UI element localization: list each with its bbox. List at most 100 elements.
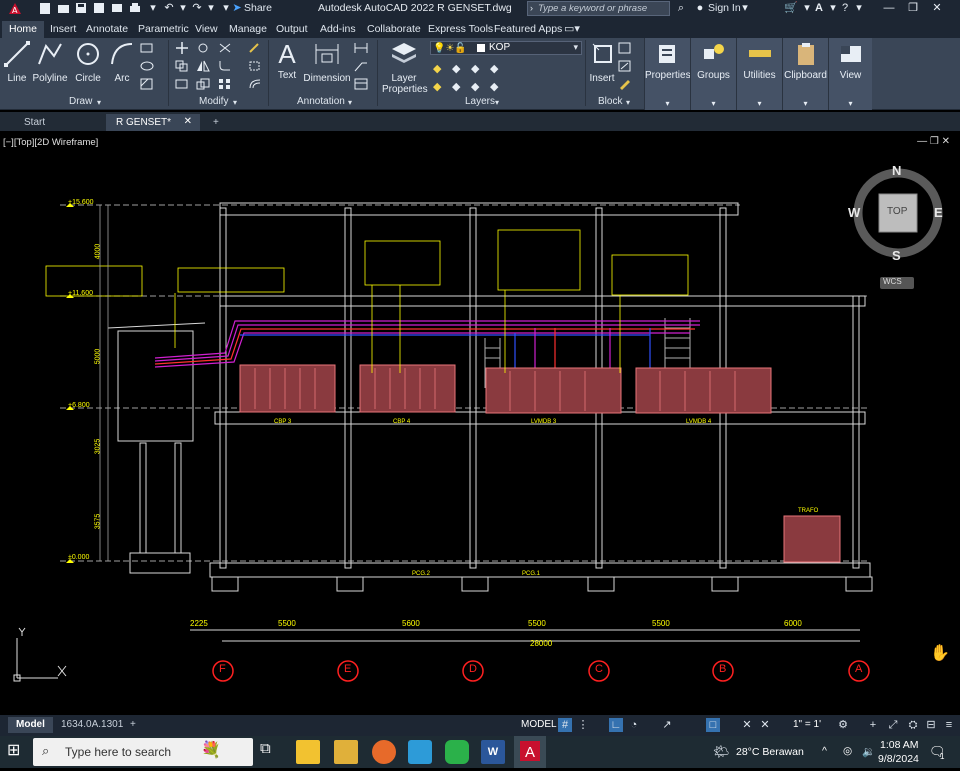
file-tab-r-genset[interactable]: R GENSET* ✕ bbox=[106, 114, 200, 131]
customization-icon[interactable]: ≡ bbox=[942, 718, 956, 732]
whatsapp-icon[interactable] bbox=[445, 740, 469, 764]
layer-properties-tool[interactable]: Layer Properties bbox=[382, 40, 428, 95]
autocad-logo-icon[interactable]: A bbox=[8, 2, 22, 15]
block-panel-dropdown-icon[interactable]: ▾ bbox=[626, 98, 630, 107]
stretch-icon[interactable] bbox=[175, 78, 189, 90]
drawing-canvas[interactable]: [−][Top][2D Wireframe] — ❐ ✕ TOP N S E W… bbox=[0, 133, 960, 715]
offset-icon[interactable] bbox=[248, 78, 262, 90]
rotate-icon[interactable] bbox=[196, 42, 210, 54]
new-file-icon[interactable] bbox=[38, 2, 52, 15]
trim-icon[interactable] bbox=[218, 42, 232, 54]
redo-dropdown-icon[interactable]: ▾ bbox=[204, 2, 218, 15]
tab-output[interactable]: Output bbox=[269, 21, 315, 38]
viewcube-east[interactable]: E bbox=[934, 205, 943, 220]
tab-parametric[interactable]: Parametric bbox=[131, 21, 196, 38]
sign-in-dropdown-icon[interactable]: ▾ bbox=[738, 2, 752, 15]
tab-insert[interactable]: Insert bbox=[43, 21, 83, 38]
layers-panel-dropdown-icon[interactable]: ▾ bbox=[495, 98, 499, 107]
units-icon[interactable]: ⤢ bbox=[886, 718, 900, 732]
autocad-taskbar-icon[interactable]: A bbox=[514, 736, 546, 768]
close-tab-icon[interactable]: ✕ bbox=[184, 116, 192, 127]
file-tab-start[interactable]: Start bbox=[14, 114, 55, 131]
edit-attributes-icon[interactable] bbox=[618, 78, 632, 90]
tab-collaborate[interactable]: Collaborate bbox=[360, 21, 428, 38]
viewcube-north[interactable]: N bbox=[892, 163, 901, 178]
taskbar-search-input[interactable] bbox=[65, 744, 215, 760]
model-space-button[interactable]: MODEL bbox=[521, 719, 557, 730]
user-icon[interactable]: ● bbox=[693, 2, 707, 15]
create-block-icon[interactable] bbox=[618, 42, 632, 54]
save-as-icon[interactable] bbox=[92, 2, 106, 15]
search-icon[interactable]: ⌕ bbox=[674, 2, 688, 15]
firefox-icon[interactable] bbox=[372, 740, 396, 764]
polar-icon[interactable]: ◔ bbox=[627, 718, 641, 732]
array-icon[interactable] bbox=[218, 78, 232, 90]
fillet-icon[interactable] bbox=[218, 60, 232, 72]
tab-home[interactable]: Home bbox=[2, 21, 45, 38]
table-icon[interactable] bbox=[354, 78, 368, 90]
rectangle-icon[interactable] bbox=[140, 42, 154, 54]
layer-unisolate-icon[interactable]: ◆ bbox=[452, 80, 466, 93]
wcs-dropdown[interactable]: WCS bbox=[880, 277, 914, 289]
groups-panel[interactable]: Groups ▾ bbox=[690, 38, 736, 110]
osnap-icon[interactable]: □ bbox=[706, 718, 720, 732]
ortho-icon[interactable]: ∟ bbox=[609, 718, 623, 732]
circle-tool[interactable]: Circle bbox=[72, 40, 104, 84]
properties-panel[interactable]: Properties ▾ bbox=[644, 38, 691, 110]
app-icon[interactable] bbox=[334, 740, 358, 764]
clipboard-dropdown-icon[interactable]: ▾ bbox=[783, 99, 828, 108]
file-explorer-icon[interactable] bbox=[296, 740, 320, 764]
weather-text[interactable]: 28°C Berawan bbox=[736, 746, 804, 758]
search-input[interactable] bbox=[528, 2, 669, 15]
insert-block-tool[interactable]: Insert bbox=[589, 40, 615, 84]
annotation-scale[interactable]: 1" = 1' bbox=[793, 719, 821, 730]
clock-time[interactable]: 1:08 AM bbox=[880, 739, 919, 751]
tab-manage[interactable]: Manage bbox=[222, 21, 274, 38]
layout-tab-1634[interactable]: 1634.0A.1301 bbox=[53, 717, 131, 733]
ellipse-icon[interactable] bbox=[140, 60, 154, 72]
undo-icon[interactable]: ↶ bbox=[162, 2, 176, 15]
annotation-panel-title[interactable]: Annotation bbox=[297, 96, 345, 107]
layer-dropdown[interactable]: 💡☀🔓 KOP ▾ bbox=[430, 41, 582, 55]
layer-off-icon[interactable]: ◆ bbox=[490, 80, 504, 93]
task-view-icon[interactable]: ⧉ bbox=[260, 740, 284, 764]
share-button[interactable]: Share bbox=[244, 2, 272, 14]
isodraft-icon[interactable]: ↗ bbox=[660, 718, 674, 732]
autodesk-a360-icon[interactable]: A bbox=[812, 2, 826, 15]
erase-icon[interactable] bbox=[248, 42, 262, 54]
mirror-icon[interactable] bbox=[196, 60, 210, 72]
block-panel-title[interactable]: Block bbox=[598, 96, 622, 107]
layout-tab-model[interactable]: Model bbox=[8, 717, 53, 733]
weather-icon[interactable]: 🌤 bbox=[713, 744, 730, 760]
undo-dropdown-icon[interactable]: ▾ bbox=[176, 2, 190, 15]
plot-dropdown-icon[interactable]: ▾ bbox=[146, 2, 160, 15]
annotation-visibility-icon[interactable]: ✕ bbox=[740, 718, 754, 732]
modify-panel-dropdown-icon[interactable]: ▾ bbox=[233, 98, 237, 107]
search-box[interactable]: › bbox=[527, 1, 670, 16]
minimize-icon[interactable]: — bbox=[882, 2, 896, 15]
new-tab-icon[interactable]: + bbox=[203, 114, 229, 131]
viewcube-south[interactable]: S bbox=[892, 248, 901, 263]
volume-icon[interactable]: 🔉 bbox=[862, 745, 875, 758]
app-icon[interactable] bbox=[408, 740, 432, 764]
tray-chevron-icon[interactable]: ^ bbox=[822, 745, 827, 757]
properties-dropdown-icon[interactable]: ▾ bbox=[645, 99, 690, 108]
scale-icon[interactable] bbox=[196, 78, 210, 90]
layer-match-icon[interactable]: ◆ bbox=[471, 62, 485, 75]
grid-icon[interactable]: # bbox=[558, 718, 572, 732]
arc-tool[interactable]: Arc bbox=[108, 40, 136, 84]
layer-state-icon[interactable]: ◆ bbox=[433, 62, 447, 75]
clipboard-panel[interactable]: Clipboard ▾ bbox=[782, 38, 828, 110]
copy-icon[interactable] bbox=[175, 60, 189, 72]
snap-icon[interactable]: ⋮ bbox=[576, 718, 590, 732]
redo-icon[interactable]: ↷ bbox=[190, 2, 204, 15]
windows-start-icon[interactable]: ⊞ bbox=[7, 740, 31, 764]
word-icon[interactable]: W bbox=[481, 740, 505, 764]
viewcube-top[interactable]: TOP bbox=[887, 206, 907, 217]
add-layout-icon[interactable]: + bbox=[122, 717, 144, 733]
move-icon[interactable] bbox=[175, 42, 189, 54]
help-dropdown-icon[interactable]: ▾ bbox=[852, 2, 866, 15]
view-dropdown-icon[interactable]: ▾ bbox=[829, 99, 872, 108]
share-icon[interactable]: ➤ bbox=[230, 2, 244, 15]
layer-freeze-icon[interactable]: ◆ bbox=[471, 80, 485, 93]
